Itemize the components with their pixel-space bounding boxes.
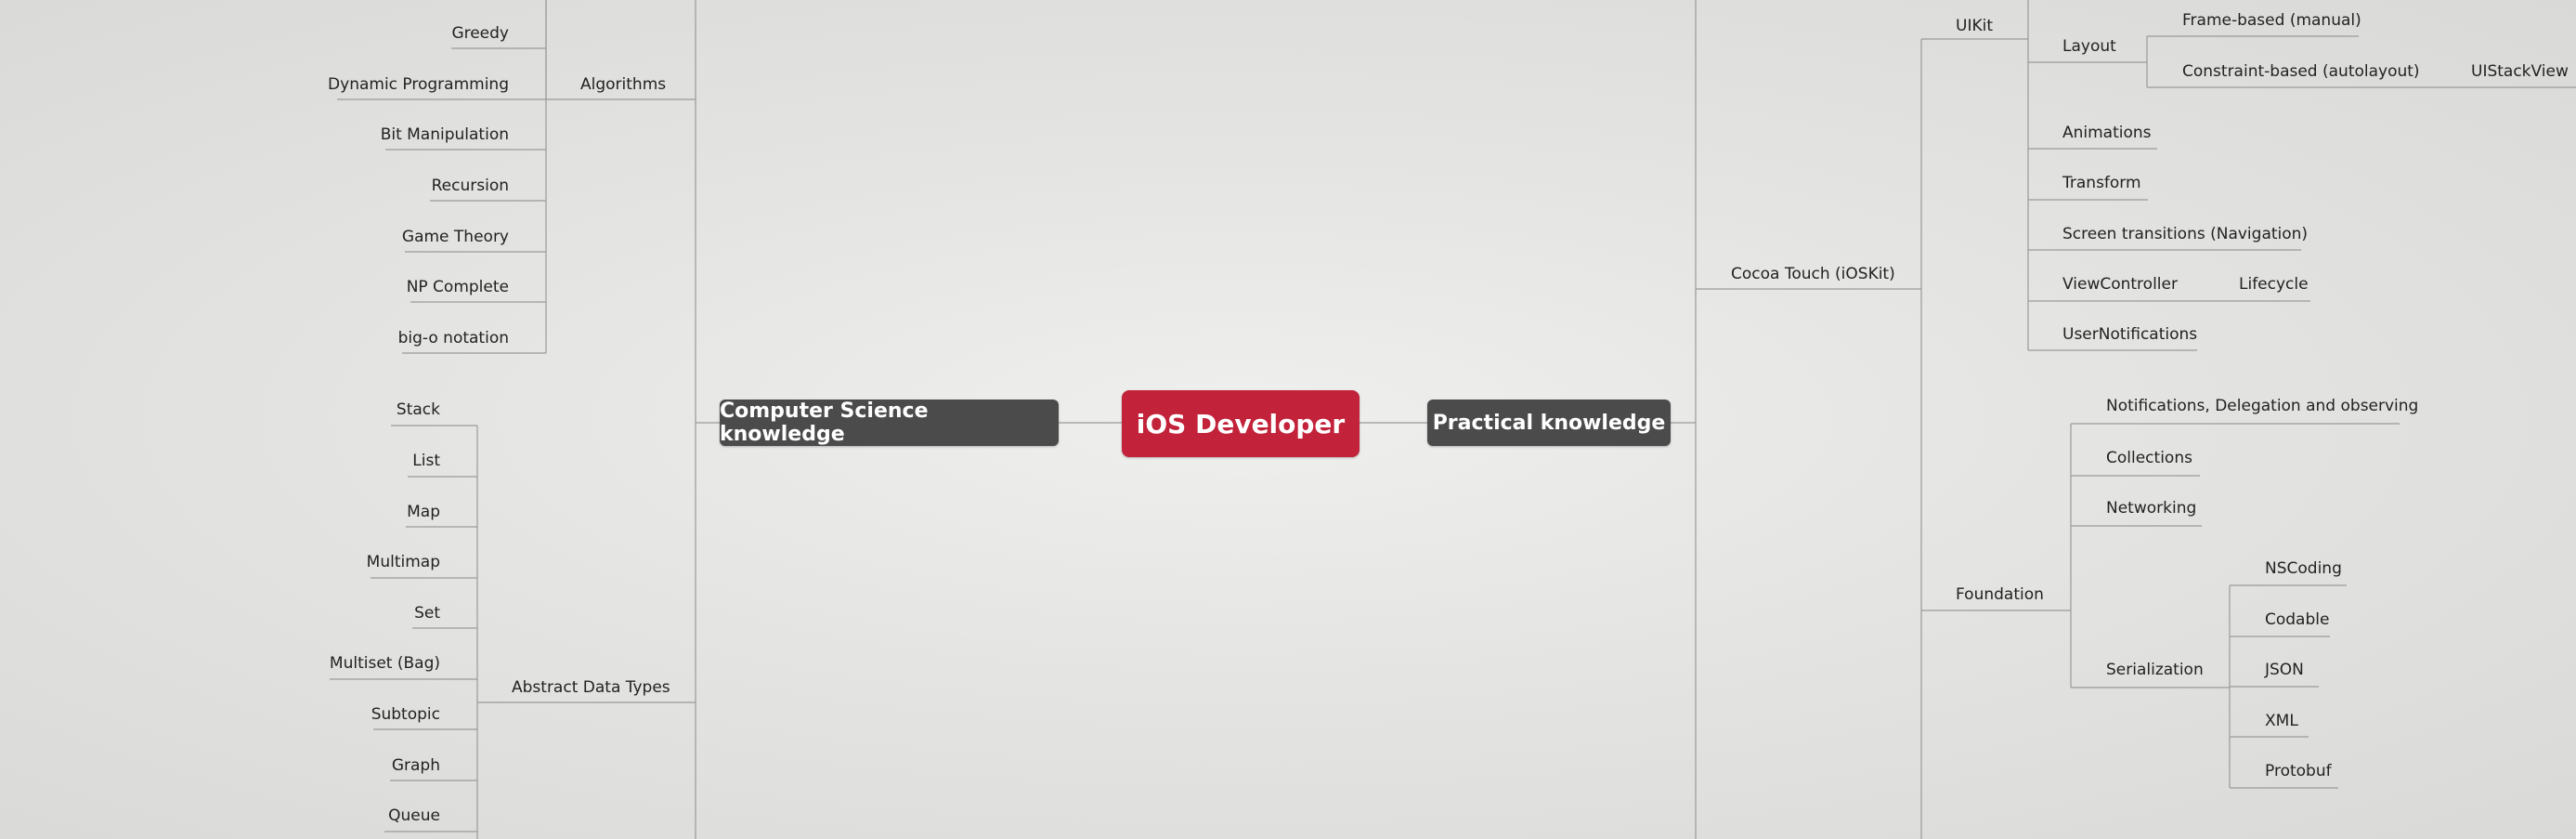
viewcontroller-node[interactable]: ViewController <box>2062 275 2178 294</box>
networking-node[interactable]: Networking <box>2106 499 2196 518</box>
adt-item[interactable]: Subtopic <box>371 705 440 724</box>
algorithm-item[interactable]: big-o notation <box>398 329 509 347</box>
serialization-item[interactable]: JSON <box>2265 661 2304 679</box>
adt-item[interactable]: Queue <box>388 806 440 825</box>
adt-item[interactable]: Graph <box>392 756 440 775</box>
algorithm-item[interactable]: Recursion <box>432 177 509 195</box>
adt-item[interactable]: Stack <box>397 400 440 419</box>
adt-item[interactable]: Multimap <box>367 553 440 571</box>
serialization-item[interactable]: Codable <box>2265 610 2329 629</box>
algorithm-item[interactable]: Dynamic Programming <box>328 75 509 94</box>
algorithm-item[interactable]: Bit Manipulation <box>381 125 509 144</box>
serialization-item[interactable]: Protobuf <box>2265 762 2332 780</box>
adt-item[interactable]: Set <box>414 604 440 623</box>
algorithms-node[interactable]: Algorithms <box>580 75 666 94</box>
serialization-item[interactable]: NSCoding <box>2265 559 2342 578</box>
serialization-item[interactable]: XML <box>2265 712 2298 730</box>
screen-transitions-node[interactable]: Screen transitions (Navigation) <box>2062 225 2308 243</box>
layout-node[interactable]: Layout <box>2062 37 2116 56</box>
frame-based-node[interactable]: Frame-based (manual) <box>2182 11 2361 30</box>
collections-node[interactable]: Collections <box>2106 449 2192 467</box>
cocoa-touch-node[interactable]: Cocoa Touch (iOSKit) <box>1731 265 1895 283</box>
computer-science-node[interactable]: Computer Science knowledge <box>720 400 1059 446</box>
algorithm-item[interactable]: Game Theory <box>402 228 509 246</box>
algorithm-item[interactable]: NP Complete <box>407 278 509 296</box>
mindmap-canvas: iOS Developer Computer Science knowledge… <box>0 0 2576 839</box>
uistackview-node[interactable]: UIStackView <box>2471 62 2569 81</box>
serialization-node[interactable]: Serialization <box>2106 661 2204 679</box>
foundation-node[interactable]: Foundation <box>1956 585 2044 604</box>
practical-knowledge-node[interactable]: Practical knowledge <box>1427 400 1671 446</box>
uikit-node[interactable]: UIKit <box>1956 17 1993 35</box>
constraint-based-node[interactable]: Constraint-based (autolayout) <box>2182 62 2420 81</box>
abstract-data-types-node[interactable]: Abstract Data Types <box>512 678 670 697</box>
transform-node[interactable]: Transform <box>2062 174 2141 192</box>
notifications-node[interactable]: Notifications, Delegation and observing <box>2106 397 2418 415</box>
adt-item[interactable]: List <box>412 452 440 470</box>
adt-item[interactable]: Map <box>407 503 440 521</box>
root-node[interactable]: iOS Developer <box>1122 390 1360 457</box>
animations-node[interactable]: Animations <box>2062 124 2152 142</box>
lifecycle-node[interactable]: Lifecycle <box>2239 275 2309 294</box>
adt-item[interactable]: Multiset (Bag) <box>330 654 440 673</box>
usernotifications-node[interactable]: UserNotifications <box>2062 325 2197 344</box>
algorithm-item[interactable]: Greedy <box>451 24 509 43</box>
